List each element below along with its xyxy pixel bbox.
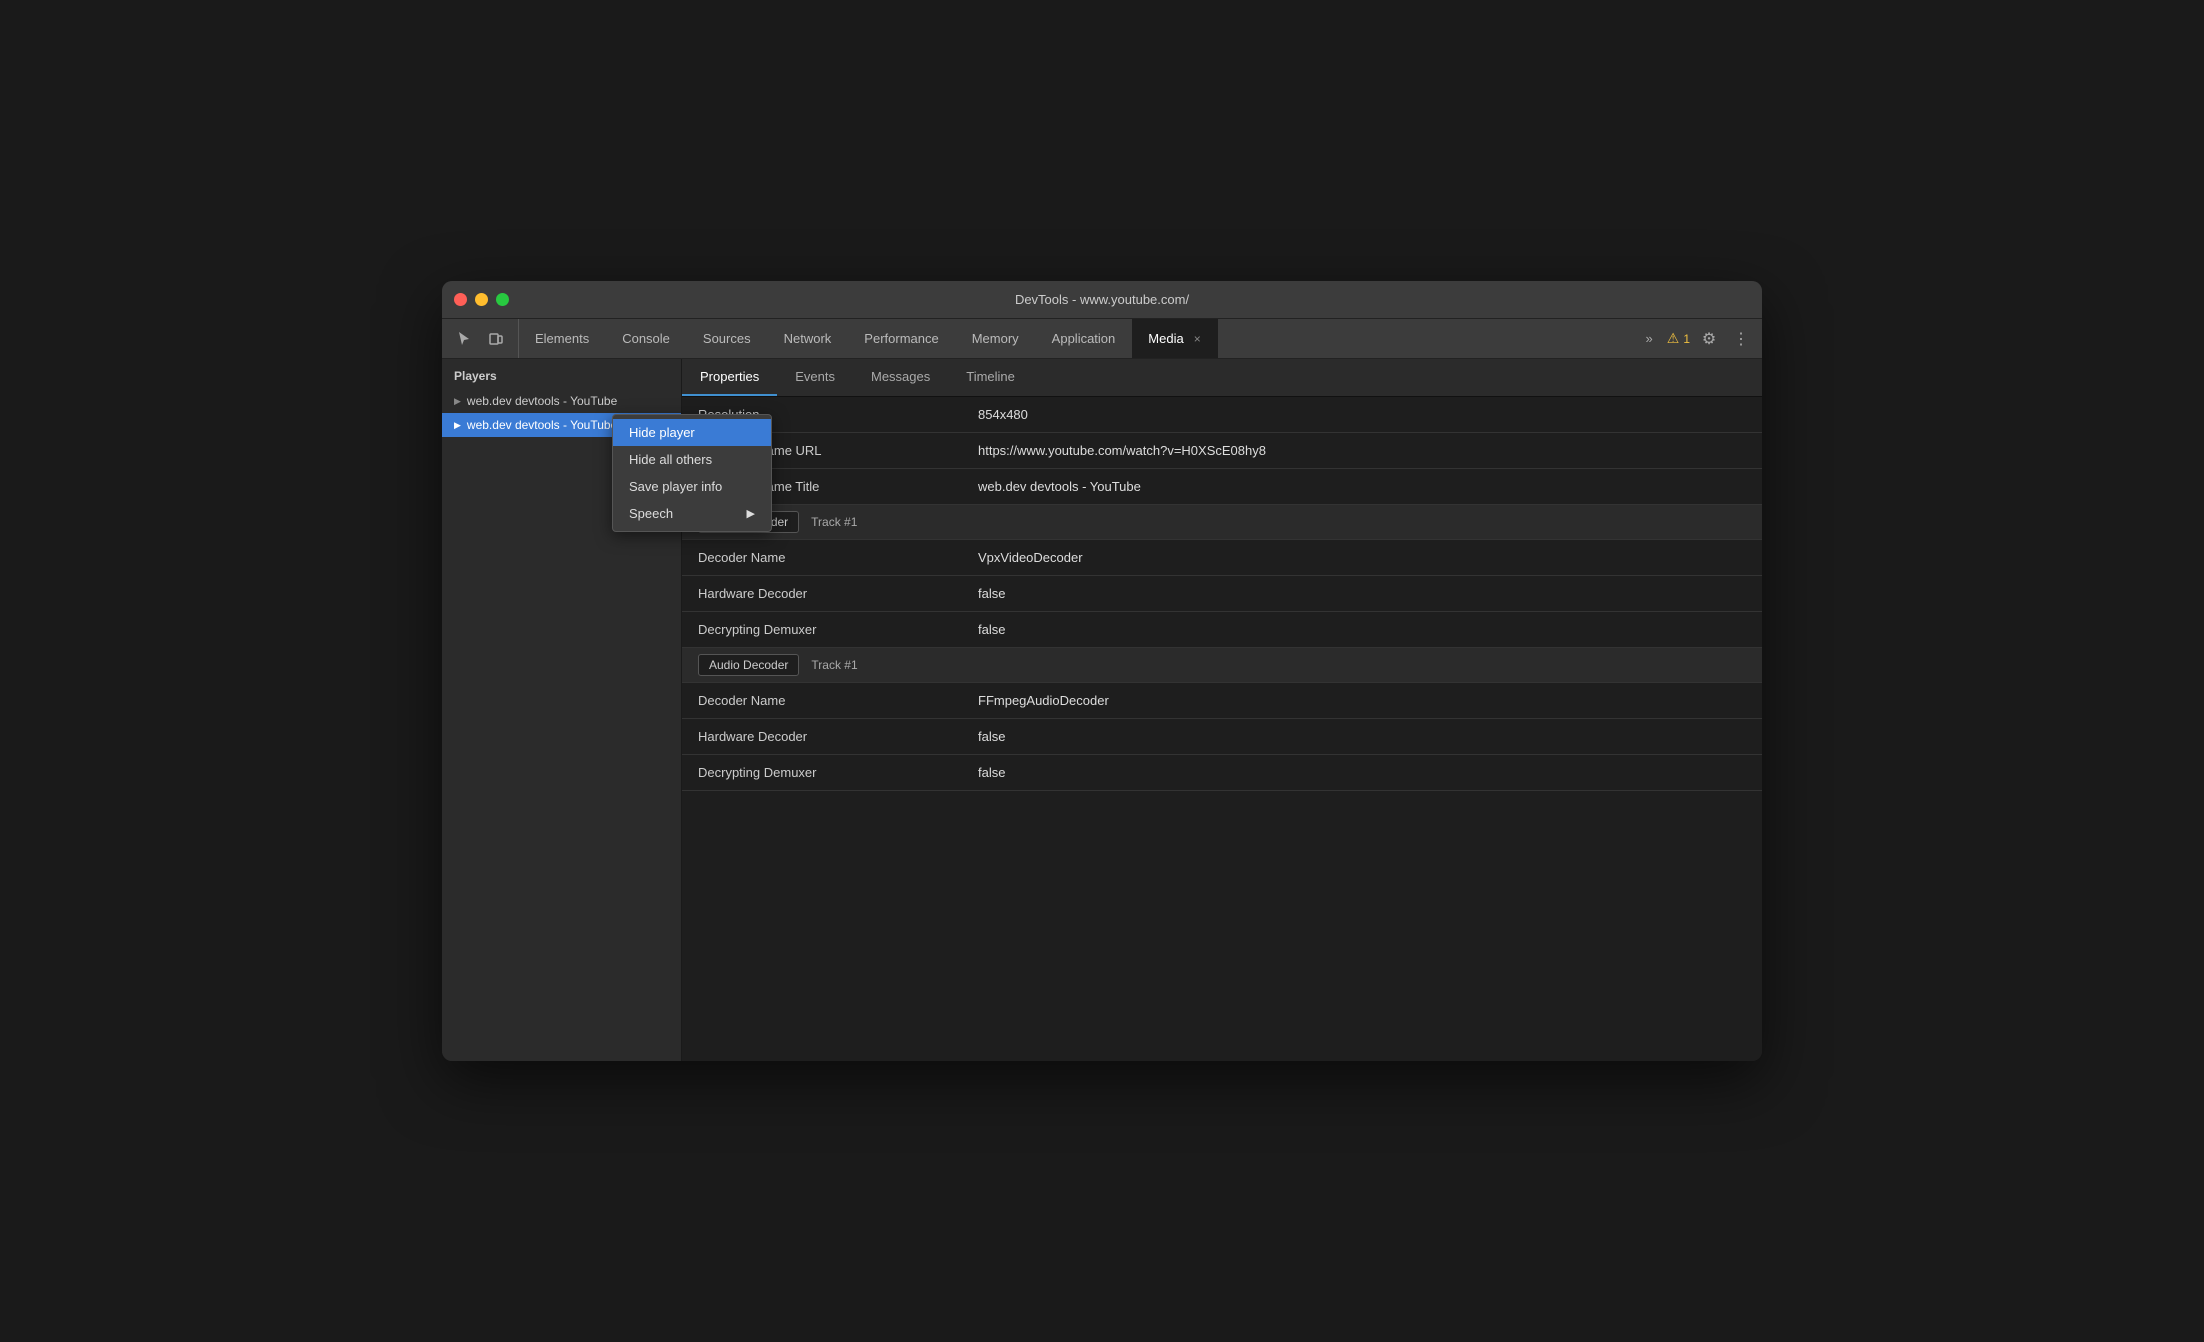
traffic-lights bbox=[454, 293, 509, 306]
tab-list: Elements Console Sources Network Perform… bbox=[519, 319, 1630, 358]
context-menu-save-player-info[interactable]: Save player info bbox=[613, 473, 771, 500]
player-item-1[interactable]: ▶ web.dev devtools - YouTube bbox=[442, 389, 681, 413]
prop-value-video-demuxer: false bbox=[962, 614, 1762, 645]
context-menu-hide-player[interactable]: Hide player bbox=[613, 419, 771, 446]
context-menu: Hide player Hide all others Save player … bbox=[612, 414, 772, 532]
submenu-arrow-icon: ▶ bbox=[747, 507, 755, 520]
prop-value-audio-hardware: false bbox=[962, 721, 1762, 752]
sub-tab-messages[interactable]: Messages bbox=[853, 359, 948, 396]
sub-tab-timeline[interactable]: Timeline bbox=[948, 359, 1033, 396]
prop-value-video-decoder-name: VpxVideoDecoder bbox=[962, 542, 1762, 573]
warning-icon: ⚠ bbox=[1667, 330, 1680, 347]
prop-key-video-demuxer: Decrypting Demuxer bbox=[682, 614, 962, 645]
warning-badge[interactable]: ⚠ 1 bbox=[1667, 330, 1690, 347]
tab-media[interactable]: Media × bbox=[1132, 319, 1217, 358]
audio-decoder-track: Track #1 bbox=[811, 658, 857, 672]
sidebar: Players ▶ web.dev devtools - YouTube ▶ w… bbox=[442, 359, 682, 1061]
video-decoder-track: Track #1 bbox=[811, 515, 857, 529]
prop-value-audio-demuxer: false bbox=[962, 757, 1762, 788]
title-bar: DevTools - www.youtube.com/ bbox=[442, 281, 1762, 319]
settings-icon[interactable]: ⚙ bbox=[1696, 326, 1722, 352]
prop-key-video-decoder-name: Decoder Name bbox=[682, 542, 962, 573]
sub-tab-events[interactable]: Events bbox=[777, 359, 853, 396]
video-decoder-header: Video Decoder Track #1 bbox=[682, 505, 1762, 540]
prop-row-audio-hardware: Hardware Decoder false bbox=[682, 719, 1762, 755]
prop-row-video-decoder-name: Decoder Name VpxVideoDecoder bbox=[682, 540, 1762, 576]
tab-application[interactable]: Application bbox=[1036, 319, 1133, 358]
context-menu-hide-all-others[interactable]: Hide all others bbox=[613, 446, 771, 473]
minimize-button[interactable] bbox=[475, 293, 488, 306]
tab-memory[interactable]: Memory bbox=[956, 319, 1036, 358]
prop-row-playback-title: Playback Frame Title web.dev devtools - … bbox=[682, 469, 1762, 505]
prop-key-audio-decoder-name: Decoder Name bbox=[682, 685, 962, 716]
prop-row-audio-demuxer: Decrypting Demuxer false bbox=[682, 755, 1762, 791]
tab-performance[interactable]: Performance bbox=[848, 319, 955, 358]
sidebar-title: Players bbox=[442, 359, 681, 389]
maximize-button[interactable] bbox=[496, 293, 509, 306]
prop-value-resolution: 854x480 bbox=[962, 399, 1762, 430]
prop-row-video-demuxer: Decrypting Demuxer false bbox=[682, 612, 1762, 648]
tab-sources[interactable]: Sources bbox=[687, 319, 768, 358]
tab-network[interactable]: Network bbox=[768, 319, 849, 358]
tab-elements[interactable]: Elements bbox=[519, 319, 606, 358]
prop-key-audio-demuxer: Decrypting Demuxer bbox=[682, 757, 962, 788]
toolbar: Elements Console Sources Network Perform… bbox=[442, 319, 1762, 359]
tab-console[interactable]: Console bbox=[606, 319, 687, 358]
window-title: DevTools - www.youtube.com/ bbox=[1015, 292, 1189, 307]
close-button[interactable] bbox=[454, 293, 467, 306]
devtools-window: DevTools - www.youtube.com/ Elements Con… bbox=[442, 281, 1762, 1061]
prop-row-playback-url: Playback Frame URL https://www.youtube.c… bbox=[682, 433, 1762, 469]
cursor-icon[interactable] bbox=[450, 325, 478, 353]
prop-key-video-hardware: Hardware Decoder bbox=[682, 578, 962, 609]
context-menu-speech[interactable]: Speech ▶ bbox=[613, 500, 771, 527]
prop-value-audio-decoder-name: FFmpegAudioDecoder bbox=[962, 685, 1762, 716]
prop-value-playback-title: web.dev devtools - YouTube bbox=[962, 471, 1762, 502]
properties-table: Resolution 854x480 Playback Frame URL ht… bbox=[682, 397, 1762, 1061]
prop-value-video-hardware: false bbox=[962, 578, 1762, 609]
prop-row-resolution: Resolution 854x480 bbox=[682, 397, 1762, 433]
sub-tab-properties[interactable]: Properties bbox=[682, 359, 777, 396]
more-options-icon[interactable]: ⋮ bbox=[1728, 326, 1754, 352]
player-arrow-icon-1: ▶ bbox=[454, 396, 461, 407]
main-content: Players ▶ web.dev devtools - YouTube ▶ w… bbox=[442, 359, 1762, 1061]
prop-key-audio-hardware: Hardware Decoder bbox=[682, 721, 962, 752]
prop-row-video-hardware: Hardware Decoder false bbox=[682, 576, 1762, 612]
toolbar-right: » ⚠ 1 ⚙ ⋮ bbox=[1630, 319, 1762, 358]
sub-tabs: Properties Events Messages Timeline bbox=[682, 359, 1762, 397]
player-arrow-icon-2: ▶ bbox=[454, 420, 461, 431]
device-icon[interactable] bbox=[482, 325, 510, 353]
close-tab-icon[interactable]: × bbox=[1194, 333, 1201, 345]
panel: Properties Events Messages Timeline Reso… bbox=[682, 359, 1762, 1061]
audio-decoder-header: Audio Decoder Track #1 bbox=[682, 648, 1762, 683]
prop-value-playback-url: https://www.youtube.com/watch?v=H0XScE08… bbox=[962, 435, 1762, 466]
prop-row-audio-decoder-name: Decoder Name FFmpegAudioDecoder bbox=[682, 683, 1762, 719]
audio-decoder-badge: Audio Decoder bbox=[698, 654, 799, 676]
toolbar-icons bbox=[442, 319, 519, 358]
tab-overflow-button[interactable]: » bbox=[1638, 331, 1661, 346]
